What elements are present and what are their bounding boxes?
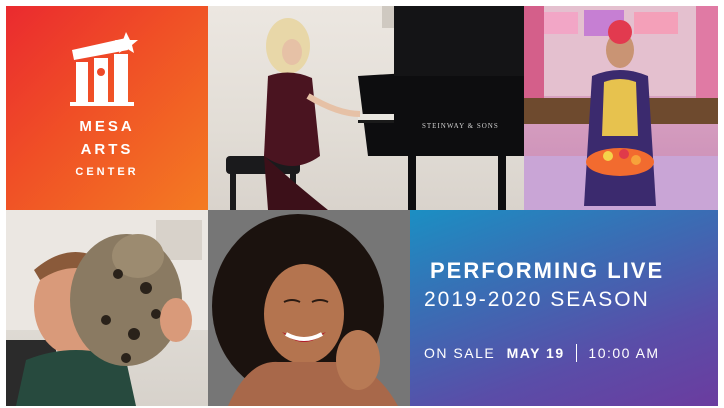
leopard-illustration [6,210,208,406]
headline-text: PERFORMING LIVE [430,258,665,283]
mesa-arts-center-logo-panel: MESA ARTS CENTER [6,6,208,210]
performer-with-flowers-photo [524,6,718,210]
on-sale-time: 10:00 AM [588,345,660,361]
separator-divider [576,344,578,362]
logo-word-mesa: MESA [79,118,135,135]
on-sale-date: MAY 19 [506,345,565,361]
on-sale-info: ON SALE MAY 19 10:00 AM [424,344,660,362]
piano-brand-label: STEINWAY & SONS [422,122,499,130]
smiling-singer-photo [208,210,410,406]
singer-illustration [208,210,410,406]
on-sale-label: ON SALE [424,345,496,361]
logo-word-arts: ARTS [80,141,134,158]
man-with-leopard-cub-photo [6,210,208,406]
pianist-photo: STEINWAY & SONS [208,6,524,210]
mesa-arts-center-logo-icon [70,32,138,106]
performer-illustration [524,6,718,210]
season-announcement-panel: PERFORMING LIVE 2019-2020 SEASON ON SALE… [410,210,718,406]
season-text: 2019-2020 SEASON [424,288,650,311]
pianist-illustration [226,6,524,210]
logo-word-center: CENTER [75,166,139,178]
